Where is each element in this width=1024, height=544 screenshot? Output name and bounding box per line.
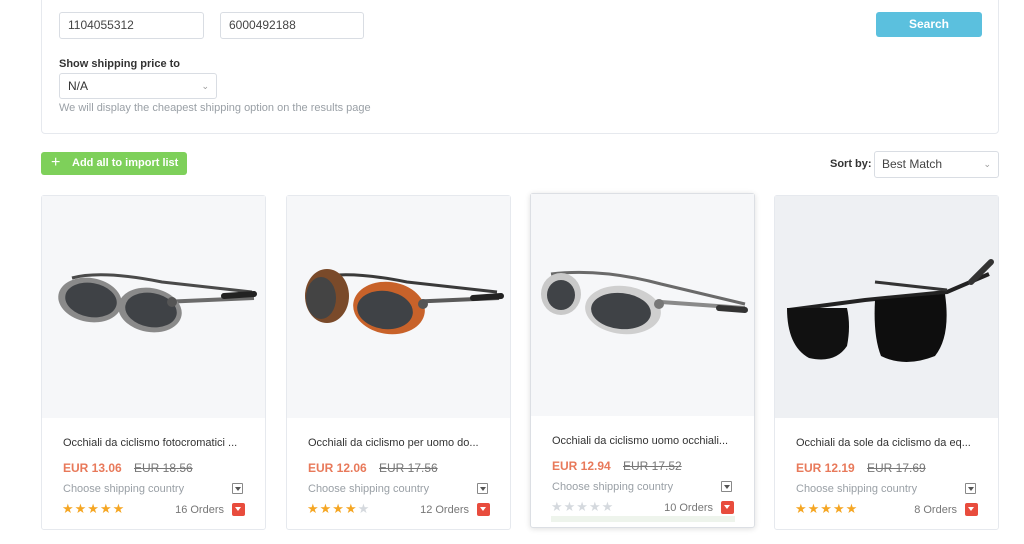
orders-count: 8 Orders [914, 504, 957, 516]
product-title[interactable]: Occhiali da ciclismo uomo occhiali... [552, 435, 737, 447]
sunglasses-image [58, 273, 257, 333]
product-title[interactable]: Occhiali da ciclismo fotocromatici ... [63, 437, 248, 449]
orders-dropdown-icon[interactable] [232, 503, 245, 516]
rating-stars: ★★★★★ [551, 499, 615, 514]
shipping-country-select[interactable]: N/A ⌄ [59, 73, 217, 99]
product-image[interactable] [287, 196, 510, 418]
shipping-dropdown-icon[interactable] [477, 483, 488, 494]
rating-stars: ★★★★★ [307, 501, 371, 516]
rating-stars: ★★★★★ [795, 501, 859, 516]
product-price: EUR 13.06 [63, 461, 122, 475]
product-title[interactable]: Occhiali da ciclismo per uomo do... [308, 437, 493, 449]
add-all-label: Add all to import list [72, 157, 179, 169]
product-old-price: EUR 17.52 [623, 459, 682, 473]
shipping-country-label: Choose shipping country [63, 483, 185, 495]
product-price: EUR 12.06 [308, 461, 367, 475]
product-image[interactable] [531, 194, 754, 416]
product-card[interactable]: Occhiali da ciclismo uomo occhiali... EU… [530, 193, 755, 528]
shipping-hint: We will display the cheapest shipping op… [59, 102, 371, 114]
sort-label: Sort by: [830, 158, 872, 170]
plus-icon: + [51, 154, 61, 171]
add-all-to-import-list-button[interactable]: + Add all to import list [41, 152, 187, 175]
product-id-input[interactable]: 1104055312 [59, 12, 204, 39]
product-image[interactable] [42, 196, 265, 418]
chevron-down-icon: ⌄ [201, 81, 209, 91]
orders-count: 16 Orders [175, 504, 224, 516]
product-card[interactable]: Occhiali da sole da ciclismo da eq... EU… [774, 195, 999, 530]
shipping-dropdown-icon[interactable] [721, 481, 732, 492]
shipping-dropdown-icon[interactable] [965, 483, 976, 494]
shipping-country-label: Choose shipping country [796, 483, 918, 495]
shipping-country-value: N/A [68, 79, 89, 93]
sunglasses-image [541, 270, 748, 335]
product-price: EUR 12.94 [552, 459, 611, 473]
progress-bar [551, 516, 735, 522]
chevron-down-icon: ⌄ [983, 159, 991, 169]
orders-count: 10 Orders [664, 502, 713, 514]
product-title[interactable]: Occhiali da sole da ciclismo da eq... [796, 437, 981, 449]
rating-stars: ★★★★★ [62, 501, 126, 516]
product-image[interactable] [775, 196, 998, 418]
shipping-country-label: Choose shipping country [308, 483, 430, 495]
orders-dropdown-icon[interactable] [965, 503, 978, 516]
orders-dropdown-icon[interactable] [477, 503, 490, 516]
orders-dropdown-icon[interactable] [721, 501, 734, 514]
product-card[interactable]: Occhiali da ciclismo per uomo do... EUR … [286, 195, 511, 530]
product-old-price: EUR 17.69 [867, 461, 926, 475]
product-id-input-2[interactable]: 6000492188 [220, 12, 364, 39]
product-old-price: EUR 17.56 [379, 461, 438, 475]
product-price: EUR 12.19 [796, 461, 855, 475]
product-old-price: EUR 18.56 [134, 461, 193, 475]
orders-count: 12 Orders [420, 504, 469, 516]
shipping-dropdown-icon[interactable] [232, 483, 243, 494]
product-card[interactable]: Occhiali da ciclismo fotocromatici ... E… [41, 195, 266, 530]
sort-value: Best Match [882, 157, 943, 171]
sunglasses-image [787, 259, 994, 362]
shipping-country-label: Choose shipping country [552, 481, 674, 493]
sunglasses-image [305, 269, 504, 335]
search-button[interactable]: Search [876, 12, 982, 37]
sort-select[interactable]: Best Match ⌄ [874, 151, 999, 178]
shipping-label: Show shipping price to [59, 58, 180, 70]
